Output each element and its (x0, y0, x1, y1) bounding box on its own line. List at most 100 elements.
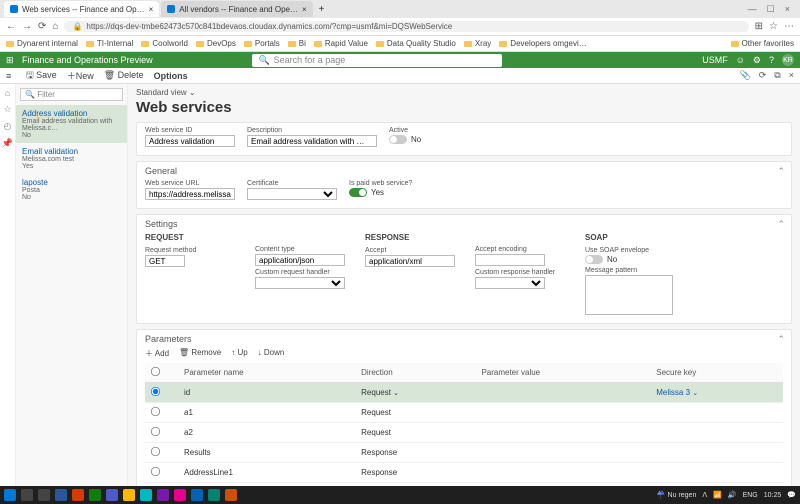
accept-encoding-input[interactable] (475, 254, 545, 266)
extensions-icon[interactable]: ⊞ (755, 21, 763, 32)
filter-input[interactable]: 🔍 Filter (20, 88, 123, 101)
wifi-icon[interactable]: 📶 (713, 491, 722, 499)
pin-rail-icon[interactable]: 📌 (2, 138, 13, 149)
waffle-icon[interactable]: ⊞ (6, 55, 16, 65)
certificate-select[interactable] (247, 188, 337, 200)
app-icon[interactable] (225, 489, 237, 501)
home-icon[interactable]: ⌂ (52, 21, 58, 32)
table-row[interactable]: id Request ⌄ Melissa 3 ⌄ (145, 383, 783, 403)
bookmark[interactable]: TI-Internal (86, 39, 133, 48)
bookmark[interactable]: Data Quality Studio (376, 39, 456, 48)
address-bar[interactable]: 🔒 https://dqs-dev-tmbe62473c570c841bdeva… (64, 21, 748, 32)
forward-icon[interactable]: → (22, 21, 32, 32)
back-icon[interactable]: ← (6, 21, 16, 32)
app-icon[interactable] (72, 489, 84, 501)
paid-toggle[interactable] (349, 188, 367, 197)
app-icon[interactable] (174, 489, 186, 501)
list-item[interactable]: Address validation Email address validat… (16, 105, 127, 143)
col-name[interactable]: Parameter name (180, 363, 357, 383)
reload-icon[interactable]: ⟳ (38, 21, 46, 32)
close-window-icon[interactable]: × (785, 4, 790, 15)
options-button[interactable]: Options (154, 71, 188, 81)
up-button[interactable]: ↑ Up (231, 348, 247, 359)
web-service-id-input[interactable] (145, 135, 235, 147)
nav-toggle-icon[interactable]: ≡ (6, 71, 16, 81)
collapse-icon[interactable]: ⌃ (777, 166, 785, 177)
row-radio[interactable] (151, 467, 160, 476)
browser-tab-active[interactable]: Web services -- Finance and Op…× (4, 1, 159, 17)
table-row[interactable]: a2 Request (145, 423, 783, 443)
minimize-icon[interactable]: — (748, 4, 757, 15)
custom-req-handler-select[interactable] (255, 277, 345, 289)
lang-indicator[interactable]: ENG (743, 492, 758, 499)
view-selector[interactable]: Standard view ⌄ (136, 88, 792, 97)
volume-icon[interactable]: 🔊 (728, 491, 737, 499)
table-row[interactable]: a1 Request (145, 403, 783, 423)
col-sec[interactable]: Secure key (652, 363, 783, 383)
star-rail-icon[interactable]: ☆ (3, 104, 11, 115)
row-radio[interactable] (151, 447, 160, 456)
row-radio[interactable] (151, 427, 160, 436)
down-button[interactable]: ↓ Down (258, 348, 285, 359)
clock[interactable]: 10:25 (764, 492, 782, 499)
gear-icon[interactable]: ⚙ (753, 55, 761, 66)
custom-resp-handler-select[interactable] (475, 277, 545, 289)
menu-icon[interactable]: ⋯ (784, 21, 794, 32)
bookmark[interactable]: Coolworld (141, 39, 188, 48)
app-icon[interactable] (208, 489, 220, 501)
add-button[interactable]: ＋ Add (145, 348, 169, 359)
app-icon[interactable] (123, 489, 135, 501)
refresh-icon[interactable]: ⟳ (759, 70, 767, 81)
app-icon[interactable] (55, 489, 67, 501)
save-button[interactable]: 🖫 Save (26, 68, 57, 84)
close-icon[interactable]: × (302, 5, 307, 14)
clock-rail-icon[interactable]: ◴ (4, 121, 12, 132)
delete-button[interactable]: 🗑 Delete (104, 70, 144, 81)
active-toggle[interactable] (389, 135, 407, 144)
home-rail-icon[interactable]: ⌂ (5, 88, 10, 98)
taskview-icon[interactable] (38, 489, 50, 501)
description-input[interactable] (247, 135, 377, 147)
message-pattern-input[interactable] (585, 275, 673, 315)
request-method-input[interactable] (145, 255, 185, 267)
bookmark[interactable]: Portals (244, 39, 280, 48)
start-icon[interactable] (4, 489, 16, 501)
bookmark[interactable]: Developers omgevi… (499, 39, 586, 48)
tray-chevron-icon[interactable]: ᐱ (702, 491, 707, 499)
collapse-icon[interactable]: ⌃ (777, 334, 785, 345)
row-radio[interactable] (151, 387, 160, 396)
new-tab-button[interactable]: + (315, 4, 329, 15)
list-item[interactable]: laposte Posta No (16, 174, 127, 205)
browser-tab[interactable]: All vendors -- Finance and Ope…× (161, 1, 312, 17)
avatar[interactable]: KR (782, 54, 794, 66)
app-icon[interactable] (191, 489, 203, 501)
list-item[interactable]: Email validation Melissa.com test Yes (16, 143, 127, 174)
bookmark[interactable]: Rapid Value (314, 39, 368, 48)
weather-widget[interactable]: ☔ Nu regen (657, 491, 696, 499)
favorite-icon[interactable]: ☆ (769, 21, 778, 32)
new-button[interactable]: ＋New (67, 69, 94, 82)
bookmark[interactable]: Dynarent internal (6, 39, 78, 48)
content-type-input[interactable] (255, 254, 345, 266)
global-search[interactable]: 🔍Search for a page (252, 54, 502, 67)
soap-toggle[interactable] (585, 255, 603, 264)
app-icon[interactable] (140, 489, 152, 501)
close-page-icon[interactable]: × (789, 70, 794, 81)
search-taskbar-icon[interactable] (21, 489, 33, 501)
bookmark[interactable]: DevOps (196, 39, 236, 48)
col-dir[interactable]: Direction (357, 363, 477, 383)
table-row[interactable]: Results Response (145, 443, 783, 463)
help-icon[interactable]: ? (769, 55, 774, 65)
app-icon[interactable] (106, 489, 118, 501)
maximize-icon[interactable]: ☐ (767, 4, 775, 15)
accept-input[interactable] (365, 255, 455, 267)
attach-icon[interactable]: 📎 (740, 70, 751, 81)
select-all-radio[interactable] (151, 367, 160, 376)
app-icon[interactable] (89, 489, 101, 501)
popout-icon[interactable]: ⧉ (774, 70, 780, 81)
col-val[interactable]: Parameter value (477, 363, 652, 383)
other-favorites[interactable]: Other favorites (731, 39, 794, 48)
bookmark[interactable]: Bi (288, 39, 306, 48)
remove-button[interactable]: 🗑 Remove (179, 348, 221, 359)
app-icon[interactable] (157, 489, 169, 501)
